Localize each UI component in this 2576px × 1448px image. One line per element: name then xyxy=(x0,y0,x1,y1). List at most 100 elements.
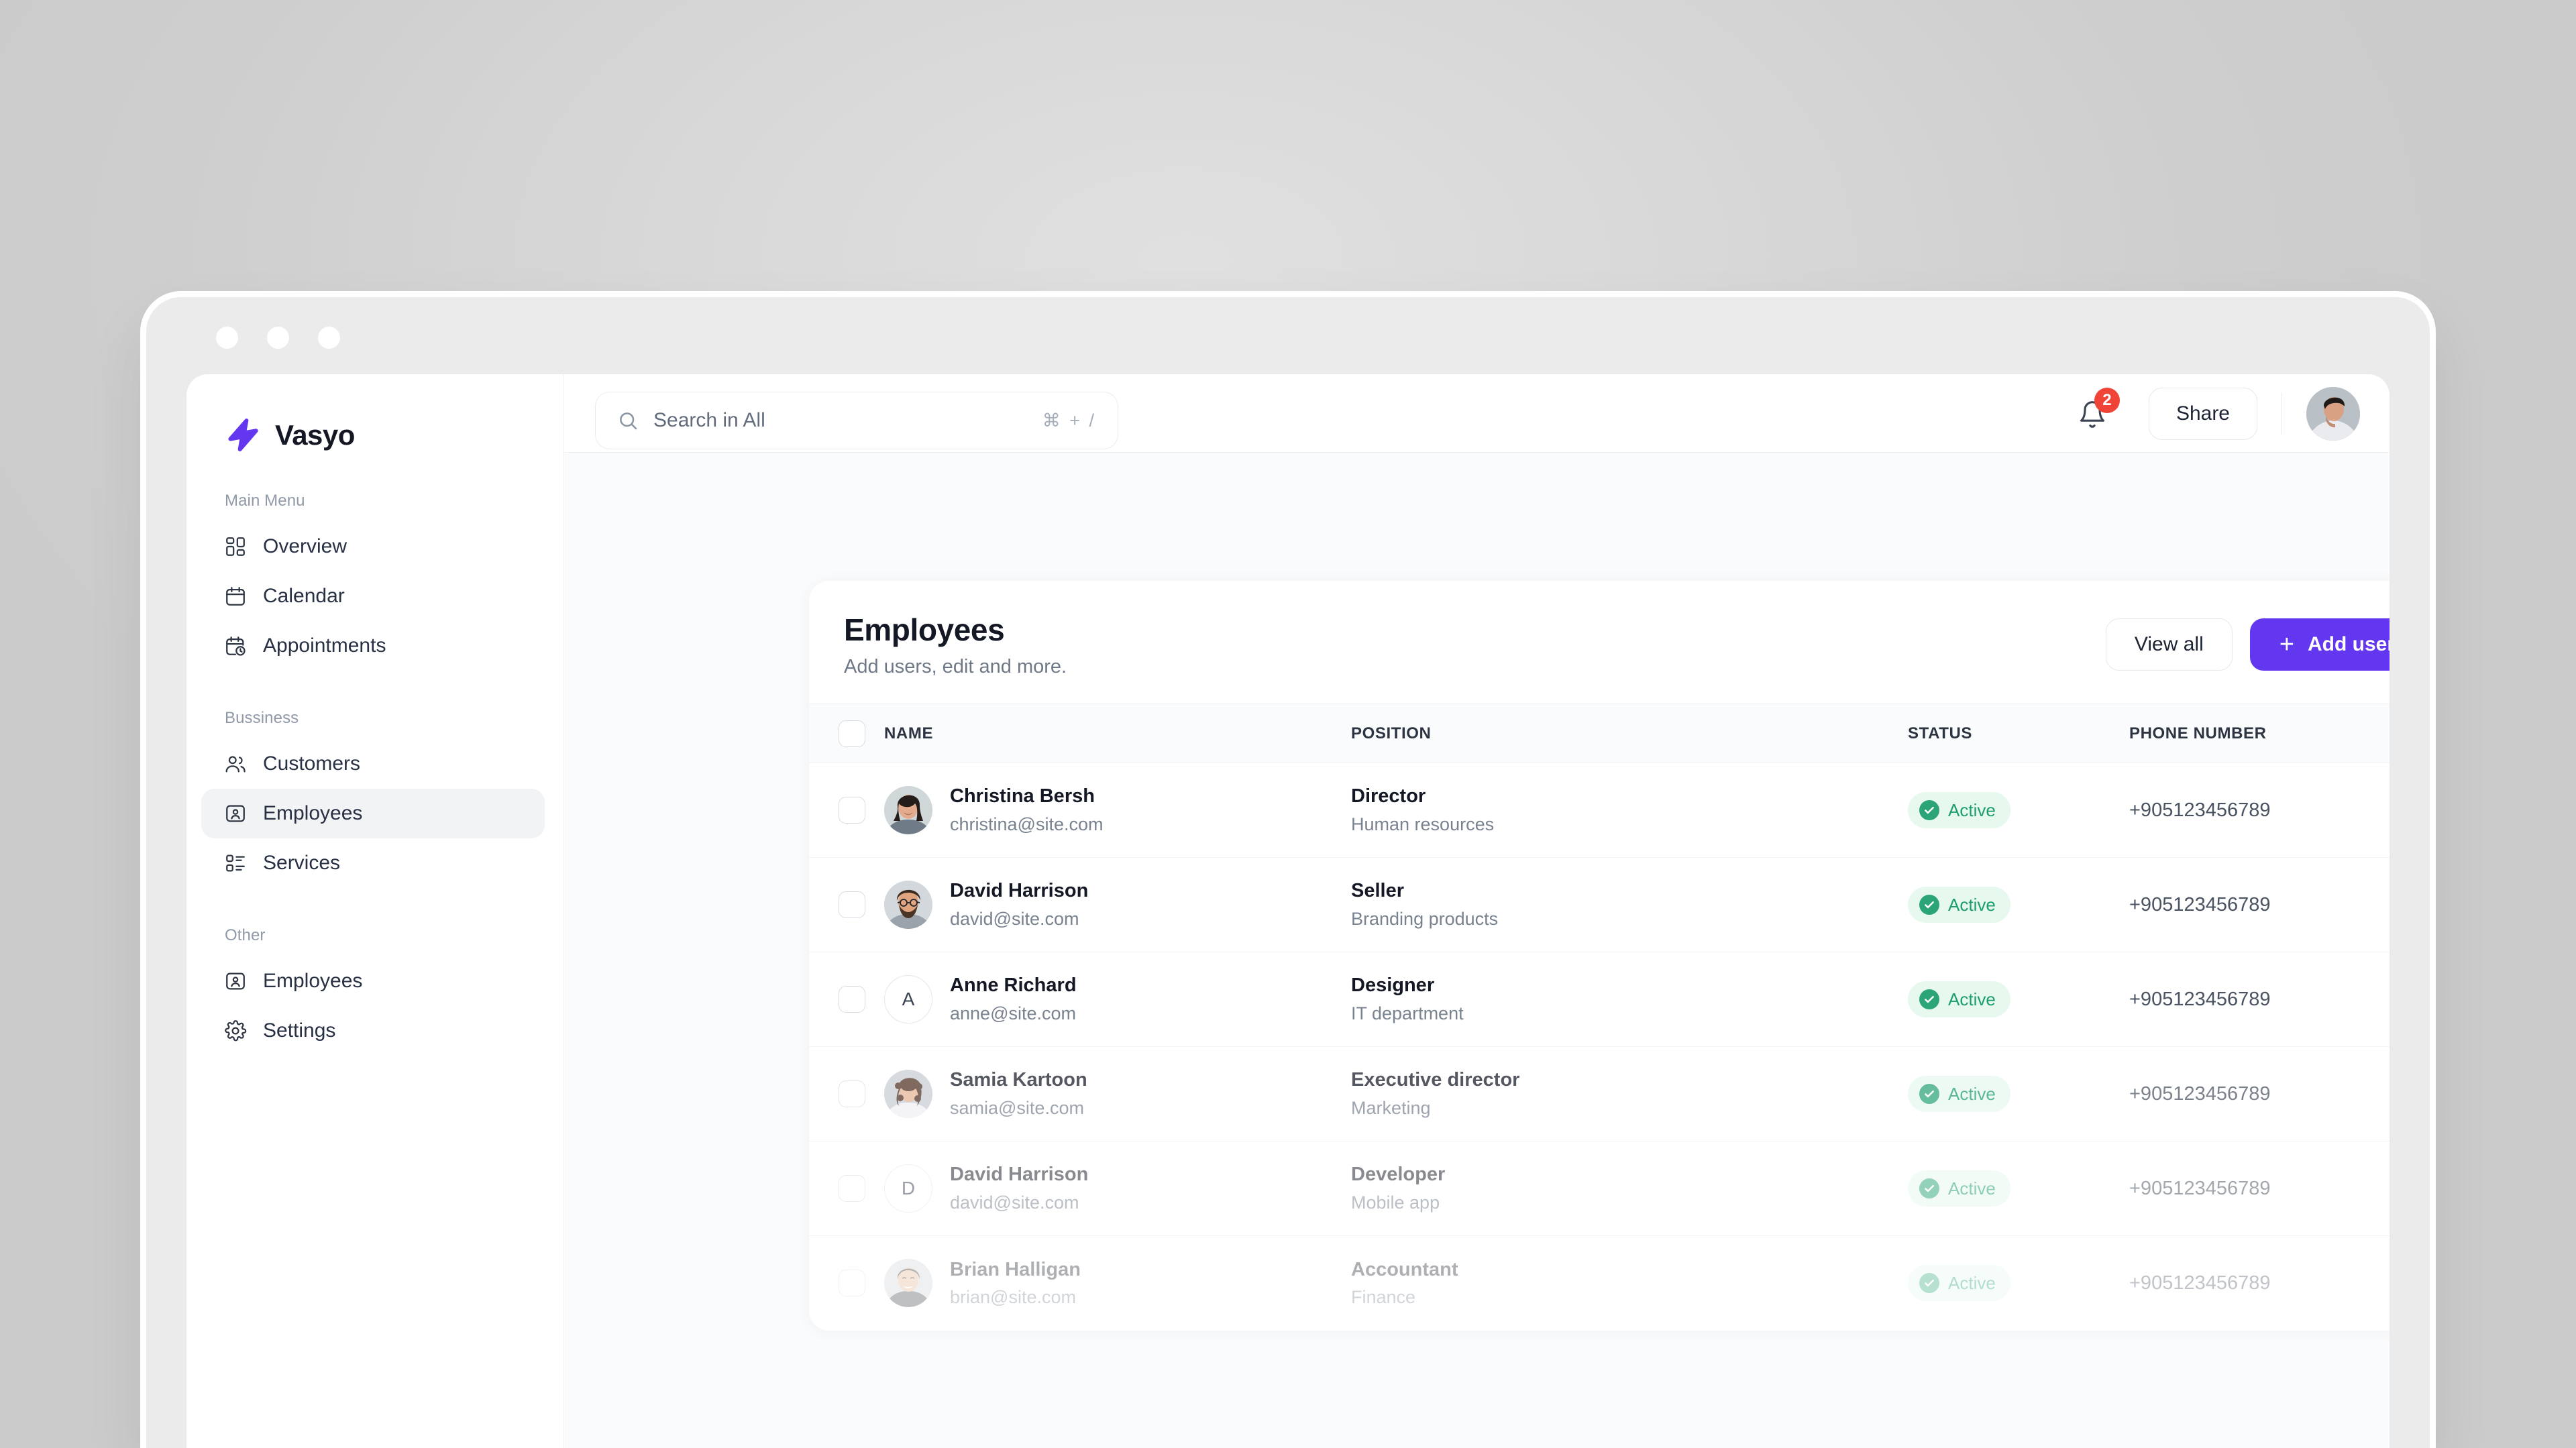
list-icon xyxy=(224,852,247,875)
employee-phone: +905123456789 xyxy=(2129,1177,2271,1199)
sidebar-item-settings[interactable]: Settings xyxy=(201,1006,545,1056)
avatar[interactable] xyxy=(2306,386,2360,441)
status-badge: Active xyxy=(1908,887,2010,923)
phone-cell: +905123456789 xyxy=(2129,952,2390,1047)
sidebar-item-employees[interactable]: Employees xyxy=(201,956,545,1006)
notifications-button[interactable]: 2 xyxy=(2078,387,2120,432)
topbar: Search in All ⌘ + / 2 Share xyxy=(564,374,2390,453)
browser-window-frame: Vasyo Main Menu Overview Calendar Appointme… xyxy=(146,297,2430,1448)
row-checkbox[interactable] xyxy=(839,986,865,1013)
table-row[interactable]: Samia Kartoon samia@site.com Executive d… xyxy=(809,1046,2390,1141)
employee-phone: +905123456789 xyxy=(2129,1272,2271,1294)
row-select-cell xyxy=(809,952,881,1047)
check-circle-icon xyxy=(1919,800,1939,820)
employee-email: brian@site.com xyxy=(950,1286,1076,1307)
search-input-placeholder[interactable]: Search in All xyxy=(653,409,1042,432)
employee-position: Director xyxy=(1351,785,1426,807)
position-cell: Developer Mobile app xyxy=(1351,1141,1908,1236)
row-checkbox[interactable] xyxy=(839,1080,865,1107)
sidebar-section-label: Main Menu xyxy=(225,492,305,510)
employee-position: Executive director xyxy=(1351,1069,1520,1091)
card-header: Employees Add users, edit and more. View… xyxy=(809,581,2390,704)
position-cell: Seller Branding products xyxy=(1351,857,1908,952)
employee-position: Seller xyxy=(1351,880,1404,902)
row-checkbox[interactable] xyxy=(839,1270,865,1297)
sidebar-item-appointments[interactable]: Appointments xyxy=(201,621,545,671)
sidebar-item-customers[interactable]: Customers xyxy=(201,739,545,789)
row-checkbox[interactable] xyxy=(839,797,865,824)
phone-cell: +905123456789 xyxy=(2129,1236,2390,1331)
row-checkbox[interactable] xyxy=(839,1175,865,1202)
card-heading-group: Employees Add users, edit and more. xyxy=(844,612,1067,678)
gear-icon xyxy=(224,1019,247,1042)
window-maximize-dot[interactable] xyxy=(318,327,340,349)
notification-badge: 2 xyxy=(2094,387,2120,413)
name-cell: David Harrison david@site.com xyxy=(881,857,1351,952)
row-select-cell xyxy=(809,763,881,858)
add-user-button[interactable]: + Add user xyxy=(2249,618,2390,671)
id-card-icon xyxy=(224,802,247,825)
table-row[interactable]: David Harrison david@site.com Seller Bra… xyxy=(809,857,2390,952)
sidebar-item-calendar[interactable]: Calendar xyxy=(201,571,545,621)
calendar-icon xyxy=(224,585,247,608)
name-cell: D David Harrison david@site.com xyxy=(881,1141,1351,1236)
share-button[interactable]: Share xyxy=(2148,387,2257,440)
avatar xyxy=(884,785,932,834)
employee-email: samia@site.com xyxy=(950,1097,1084,1118)
table-row[interactable]: Christina Bersh christina@site.com Direc… xyxy=(809,763,2390,858)
table-header-row: NAME POSITION STATUS PHONE NUMBER xyxy=(809,704,2390,763)
sidebar-item-services[interactable]: Services xyxy=(201,838,545,888)
name-cell: Samia Kartoon samia@site.com xyxy=(881,1046,1351,1141)
employee-department: Human resources xyxy=(1351,814,1495,834)
user-profile-photo xyxy=(2306,386,2360,441)
sidebar-item-overview[interactable]: Overview xyxy=(201,522,545,571)
window-close-dot[interactable] xyxy=(216,327,238,349)
select-all-checkbox[interactable] xyxy=(839,720,865,747)
table-body: Christina Bersh christina@site.com Direc… xyxy=(809,763,2390,1331)
status-label: Active xyxy=(1948,1272,1996,1293)
status-label: Active xyxy=(1948,799,1996,820)
employee-department: Finance xyxy=(1351,1286,1416,1307)
employee-department: Marketing xyxy=(1351,1097,1431,1118)
table-row[interactable]: Brian Halligan brian@site.com Accountant… xyxy=(809,1236,2390,1331)
avatar xyxy=(884,1069,932,1118)
phone-cell: +905123456789 xyxy=(2129,1141,2390,1236)
brand-name: Vasyo xyxy=(275,419,355,451)
vasyo-bolt-icon xyxy=(225,416,262,453)
employees-card: Employees Add users, edit and more. View… xyxy=(809,581,2390,1331)
name-cell: A Anne Richard anne@site.com xyxy=(881,952,1351,1047)
status-cell: Active xyxy=(1908,763,2129,858)
employee-email: anne@site.com xyxy=(950,1003,1076,1023)
add-user-label: Add user xyxy=(2307,633,2390,655)
sidebar-item-label: Overview xyxy=(263,535,347,557)
select-all-cell xyxy=(809,704,881,763)
app-shell: Vasyo Main Menu Overview Calendar Appointme… xyxy=(186,374,2390,1448)
table-row[interactable]: A Anne Richard anne@site.com Designer IT… xyxy=(809,952,2390,1047)
position-cell: Director Human resources xyxy=(1351,763,1908,858)
sidebar-item-label: Employees xyxy=(263,970,363,992)
sidebar-item-label: Employees xyxy=(263,802,363,824)
search-box[interactable]: Search in All ⌘ + / xyxy=(595,392,1118,449)
search-shortcut-hint: ⌘ + / xyxy=(1042,410,1096,431)
brand-logo[interactable]: Vasyo xyxy=(186,374,563,453)
column-header-phone: PHONE NUMBER xyxy=(2129,704,2390,763)
row-checkbox[interactable] xyxy=(839,891,865,918)
sidebar-item-employees[interactable]: Employees xyxy=(201,789,545,838)
employee-name: David Harrison xyxy=(950,1164,1089,1186)
window-minimize-dot[interactable] xyxy=(267,327,289,349)
status-badge: Active xyxy=(1908,792,2010,828)
sidebar-item-label: Appointments xyxy=(263,634,386,657)
check-circle-icon xyxy=(1919,1178,1939,1199)
employee-phone: +905123456789 xyxy=(2129,988,2271,1010)
check-circle-icon xyxy=(1919,989,1939,1009)
employee-email: christina@site.com xyxy=(950,814,1104,834)
status-badge: Active xyxy=(1908,1170,2010,1207)
window-controls xyxy=(216,327,340,349)
users-icon xyxy=(224,753,247,775)
grid-icon xyxy=(224,535,247,558)
name-cell: Brian Halligan brian@site.com xyxy=(881,1236,1351,1331)
phone-cell: +905123456789 xyxy=(2129,763,2390,858)
view-all-button[interactable]: View all xyxy=(2105,618,2233,671)
check-circle-icon xyxy=(1919,1084,1939,1104)
table-row[interactable]: D David Harrison david@site.com Develope… xyxy=(809,1141,2390,1236)
